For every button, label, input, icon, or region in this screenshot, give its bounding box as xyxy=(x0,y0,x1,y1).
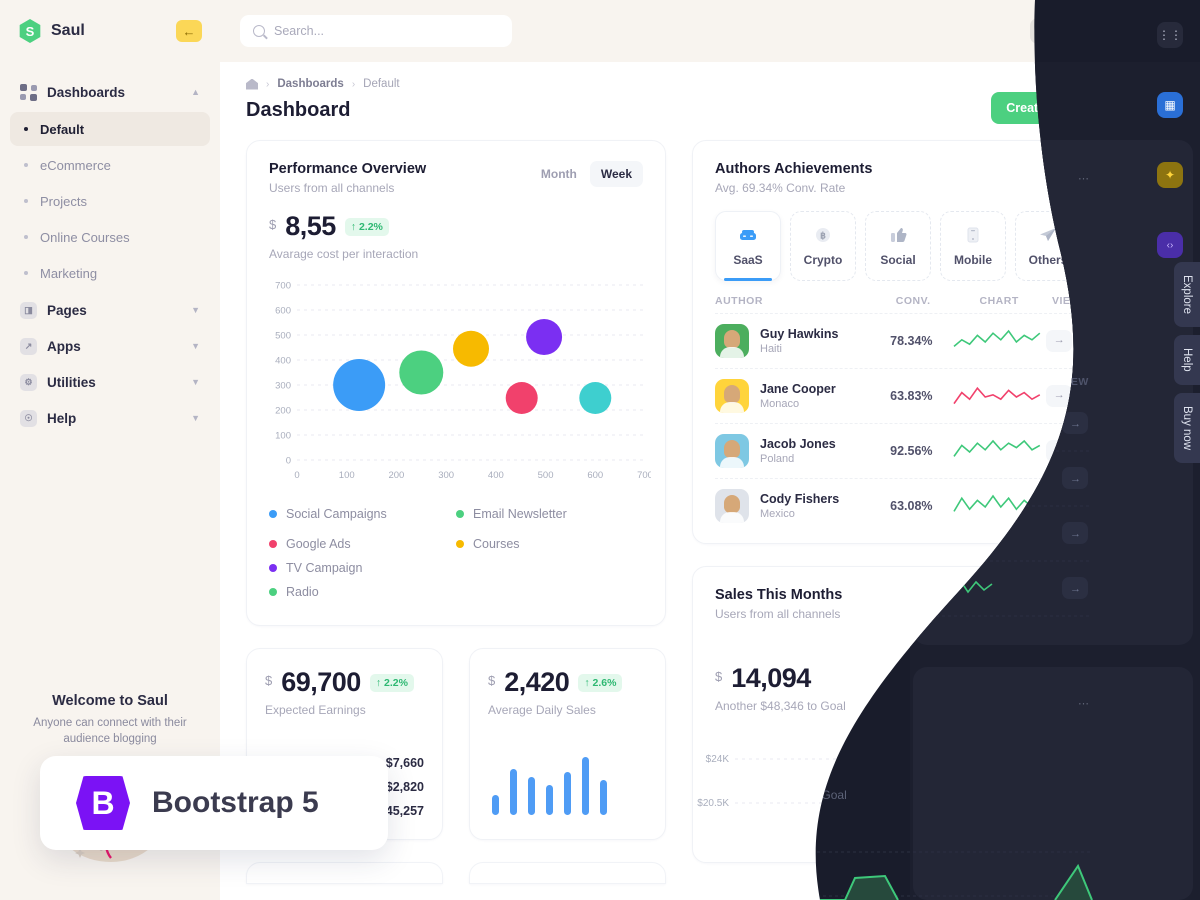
sparkle-icon[interactable]: ✦ xyxy=(1157,162,1183,188)
rail-tabs: Explore Help Buy now xyxy=(1174,262,1200,463)
sliders-icon[interactable]: ⋮⋮ xyxy=(1157,22,1183,48)
bootstrap-badge: B Bootstrap 5 xyxy=(40,756,388,850)
rail-icons: ⋮⋮ ▦ ✦ ‹› xyxy=(1140,0,1200,280)
code-icon[interactable]: ‹› xyxy=(1157,232,1183,258)
bootstrap-logo-icon: B xyxy=(76,776,130,830)
app-root: S Saul ← Dashboards ▲ Default eCommerce xyxy=(0,0,1200,900)
rail-tab-buy-now[interactable]: Buy now xyxy=(1174,392,1200,463)
rail-tab-help[interactable]: Help xyxy=(1174,335,1200,385)
calendar-plus-icon[interactable]: ▦ xyxy=(1157,92,1183,118)
rail-tab-explore[interactable]: Explore xyxy=(1174,262,1200,327)
bootstrap-badge-label: Bootstrap 5 xyxy=(152,786,319,819)
